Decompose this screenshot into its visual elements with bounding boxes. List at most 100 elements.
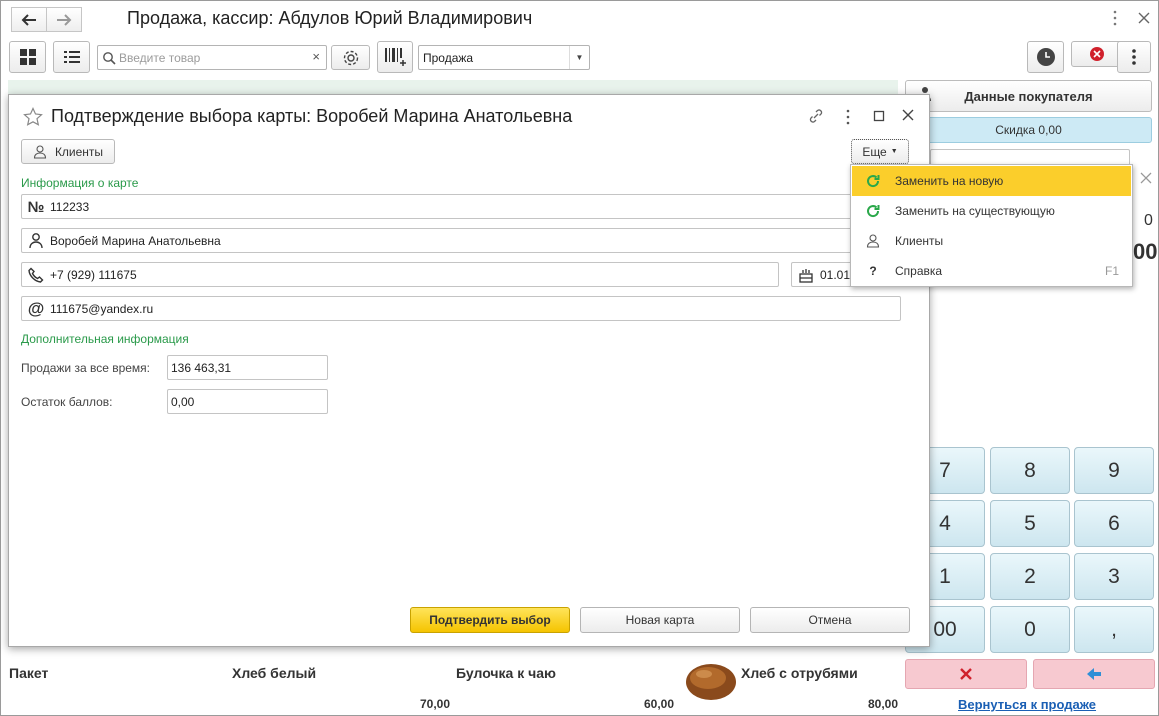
chevron-down-icon[interactable]: ▼ bbox=[569, 46, 589, 69]
operation-select[interactable]: Продажа ▼ bbox=[418, 45, 590, 70]
window-menu-icon[interactable] bbox=[1112, 10, 1118, 26]
new-card-button[interactable]: Новая карта bbox=[580, 607, 740, 633]
more-menu: Заменить на новую Заменить на существующ… bbox=[850, 164, 1133, 287]
key-comma[interactable]: , bbox=[1074, 606, 1154, 653]
customer-data-button[interactable]: Данные покупателя bbox=[905, 80, 1152, 112]
good-name[interactable]: Булочка к чаю bbox=[456, 665, 556, 681]
good-name[interactable]: Хлеб белый bbox=[232, 665, 316, 681]
menu-item-label: Справка bbox=[895, 264, 943, 278]
key-8[interactable]: 8 bbox=[990, 447, 1070, 494]
dialog-title: Подтверждение выбора карты: Воробей Мари… bbox=[51, 106, 573, 126]
card-confirmation-dialog: Подтверждение выбора карты: Воробей Мари… bbox=[8, 94, 930, 647]
search-input[interactable]: Введите товар × bbox=[97, 45, 327, 70]
card-info-section: Информация о карте bbox=[21, 176, 139, 190]
refresh-icon bbox=[866, 174, 880, 188]
return-to-sale-link[interactable]: Вернуться к продаже bbox=[958, 697, 1096, 712]
close-icon[interactable] bbox=[902, 109, 914, 121]
arrow-right-icon bbox=[57, 13, 72, 26]
clients-button-label: Клиенты bbox=[54, 144, 104, 159]
customer-data-label: Данные покупателя bbox=[964, 88, 1093, 104]
owner-name-field[interactable]: Воробей Марина Анатольевна bbox=[21, 228, 861, 253]
backspace-button[interactable] bbox=[1033, 659, 1155, 689]
email-field[interactable]: @ 111675@yandex.ru bbox=[21, 296, 901, 321]
person-icon bbox=[33, 144, 46, 159]
list-view-button[interactable] bbox=[53, 41, 90, 73]
key-2[interactable]: 2 bbox=[990, 553, 1070, 600]
person-icon bbox=[26, 231, 46, 251]
search-placeholder: Введите товар bbox=[119, 51, 201, 65]
sales-label: Продажи за все время: bbox=[21, 361, 151, 375]
confirm-button[interactable]: Подтвердить выбор bbox=[410, 607, 570, 633]
close-icon bbox=[960, 668, 972, 680]
question-icon: ? bbox=[869, 264, 877, 278]
cancel-receipt-button[interactable] bbox=[1071, 41, 1123, 67]
good-name[interactable]: Пакет bbox=[9, 665, 48, 681]
more-button[interactable]: Еще ▼ bbox=[851, 139, 909, 164]
settings-button[interactable] bbox=[331, 45, 370, 70]
menu-item-shortcut: F1 bbox=[1104, 264, 1119, 278]
barcode-icon bbox=[385, 48, 406, 66]
menu-item-label: Заменить на существующую bbox=[895, 204, 1055, 218]
clients-button[interactable]: Клиенты bbox=[21, 139, 115, 164]
phone-icon bbox=[26, 265, 46, 285]
link-icon[interactable] bbox=[808, 108, 824, 124]
owner-name-value: Воробей Марина Анатольевна bbox=[50, 234, 221, 248]
key-9[interactable]: 9 bbox=[1074, 447, 1154, 494]
amount-partial-1: 0 bbox=[1144, 212, 1153, 229]
barcode-button[interactable] bbox=[377, 41, 413, 73]
more-actions-button[interactable] bbox=[1117, 41, 1151, 73]
search-icon bbox=[103, 52, 116, 65]
receipt-area-strip bbox=[8, 80, 898, 94]
more-button-label: Еще bbox=[862, 144, 887, 159]
good-price: 80,00 bbox=[868, 697, 899, 711]
back-button[interactable] bbox=[11, 7, 47, 32]
menu-item-label: Клиенты bbox=[895, 234, 944, 248]
close-window-icon[interactable] bbox=[1137, 11, 1151, 25]
clear-customer-icon[interactable] bbox=[1140, 172, 1152, 187]
card-number-field[interactable]: № 112233 bbox=[21, 194, 861, 219]
cancel-icon bbox=[1090, 47, 1104, 61]
extra-info-section: Дополнительная информация bbox=[21, 332, 189, 346]
email-value: 111675@yandex.ru bbox=[50, 302, 154, 316]
bread-image bbox=[684, 660, 738, 702]
card-number-value: 112233 bbox=[50, 200, 90, 214]
key-5[interactable]: 5 bbox=[990, 500, 1070, 547]
forward-button[interactable] bbox=[46, 7, 82, 32]
good-price: 60,00 bbox=[644, 697, 675, 711]
sales-field[interactable]: 136 463,31 bbox=[167, 355, 328, 380]
at-icon: @ bbox=[27, 299, 45, 318]
birth-date-value: 01.01 bbox=[820, 268, 851, 282]
clear-input-button[interactable] bbox=[905, 659, 1027, 689]
search-clear-button[interactable]: × bbox=[312, 49, 320, 64]
discount-label: Скидка 0,00 bbox=[995, 123, 1062, 137]
grid-icon bbox=[19, 49, 36, 65]
maximize-icon[interactable] bbox=[873, 110, 885, 122]
star-icon[interactable] bbox=[23, 107, 43, 127]
discount-button[interactable]: Скидка 0,00 bbox=[905, 117, 1152, 143]
gear-icon bbox=[343, 50, 358, 65]
list-icon bbox=[63, 51, 80, 63]
amount-partial-2: 00 bbox=[1133, 239, 1158, 264]
more-vertical-icon[interactable] bbox=[845, 109, 851, 125]
phone-field[interactable]: +7 (929) 111675 bbox=[21, 262, 779, 287]
clock-icon bbox=[1036, 48, 1055, 66]
key-6[interactable]: 6 bbox=[1074, 500, 1154, 547]
arrow-left-icon bbox=[1087, 668, 1101, 680]
good-name[interactable]: Хлеб с отрубями bbox=[741, 665, 858, 681]
menu-item-replace-existing[interactable]: Заменить на существующую bbox=[852, 196, 1131, 226]
cancel-button[interactable]: Отмена bbox=[750, 607, 910, 633]
menu-item-clients[interactable]: Клиенты bbox=[852, 226, 1131, 256]
tiles-view-button[interactable] bbox=[9, 41, 46, 73]
points-label: Остаток баллов: bbox=[21, 395, 113, 409]
phone-value: +7 (929) 111675 bbox=[50, 268, 137, 282]
key-0[interactable]: 0 bbox=[990, 606, 1070, 653]
history-button[interactable] bbox=[1027, 41, 1064, 73]
menu-item-help[interactable]: ? Справка F1 bbox=[852, 256, 1131, 286]
more-vertical-icon bbox=[1132, 49, 1136, 65]
menu-item-label: Заменить на новую bbox=[895, 174, 1004, 188]
window-title: Продажа, кассир: Абдулов Юрий Владимиров… bbox=[127, 8, 533, 28]
key-3[interactable]: 3 bbox=[1074, 553, 1154, 600]
menu-item-replace-new[interactable]: Заменить на новую bbox=[852, 166, 1131, 196]
points-field[interactable]: 0,00 bbox=[167, 389, 328, 414]
operation-value: Продажа bbox=[423, 51, 474, 65]
